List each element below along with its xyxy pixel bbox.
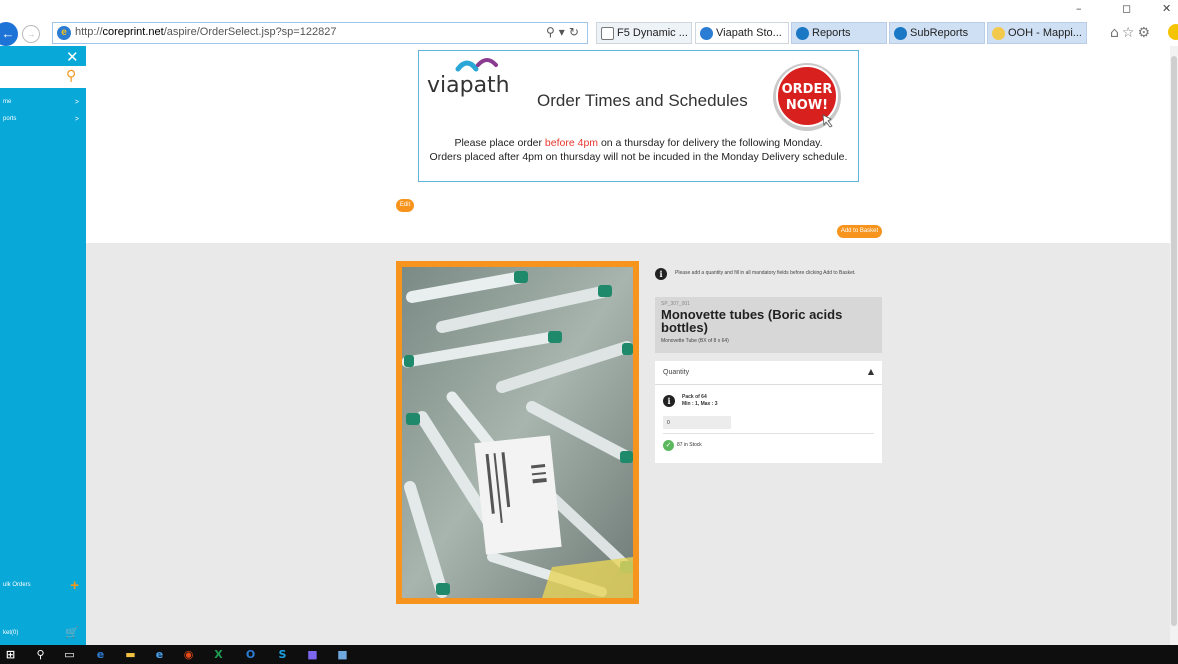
pack-size-text: Pack of 64 (682, 394, 707, 400)
sidebar-item-bulk-orders[interactable]: ulk Orders + (3, 577, 81, 594)
add-to-basket-button[interactable]: Add to Basket (837, 225, 882, 238)
tab-reports[interactable]: Reports (791, 22, 887, 44)
sidebar-item-label: me (3, 99, 12, 105)
chevron-right-icon: > (74, 116, 79, 123)
sidebar-search-input[interactable]: ⚲ (0, 66, 86, 88)
banner-line-1: Please place order before 4pm on a thurs… (419, 137, 858, 149)
order-now-line2: NOW! (786, 98, 828, 113)
tab-label: SubReports (910, 27, 969, 39)
quantity-input[interactable] (663, 416, 731, 429)
product-image-frame (396, 261, 639, 604)
app-icon (894, 27, 907, 40)
stock-status: 87 in Stock (677, 442, 702, 448)
order-now-line1: ORDER (782, 82, 833, 97)
product-subtitle: Monovette Tube (BX of 8 x 64) (661, 338, 729, 344)
info-icon: i (663, 395, 675, 407)
home-star-gear-icons[interactable]: ⌂☆⚙ (1110, 25, 1153, 41)
order-now-badge-icon: ORDER NOW! (773, 63, 841, 131)
quantity-label: Quantity (663, 369, 690, 376)
app-icon (992, 27, 1005, 40)
viapath-logo-icon (455, 58, 498, 72)
banner-line-2: Orders placed after 4pm on thursday will… (429, 151, 848, 163)
banner-title: Order Times and Schedules (537, 91, 748, 110)
sidebar-item-label: ulk Orders (3, 582, 31, 588)
app-icon (796, 27, 809, 40)
windows-taskbar: ⊞ ⚲ ▭ e ▬ e ◉ X O S ■ ■ (0, 645, 1178, 664)
cart-icon[interactable]: 🛒 (65, 626, 79, 639)
order-times-banner: viapath Order Times and Schedules ORDER … (418, 50, 859, 182)
tab-label: Reports (812, 27, 851, 39)
viapath-logo-text: viapath (427, 73, 510, 98)
sidebar-item-reports[interactable]: ports > (3, 116, 81, 128)
divider (663, 433, 874, 434)
tab-label: OOH - Mappi... (1008, 27, 1082, 39)
quantity-card: Quantity ▲ i Pack of 64 Min : 1, Max : 3… (655, 361, 882, 463)
chevron-up-icon[interactable]: ▲ (868, 367, 874, 376)
browser-chrome: – ◻ ✕ ← → e http://coreprint.net/aspire/… (0, 0, 1178, 46)
tab-label: Viapath Sto... (716, 27, 782, 39)
banner-deadline-highlight: before 4pm (544, 137, 599, 149)
ie-page-icon: e (57, 26, 71, 40)
product-header: SP_307_001 Monovette tubes (Boric acids … (655, 297, 882, 353)
min-max-text: Min : 1, Max : 3 (682, 401, 718, 407)
scrollbar-thumb[interactable] (1171, 56, 1177, 626)
windows-start-icon[interactable]: ⊞ (4, 648, 17, 661)
app-icon[interactable]: ■ (336, 648, 349, 661)
back-arrow-icon[interactable]: ← (0, 22, 18, 46)
tab-close-icon[interactable]: × (788, 27, 789, 39)
tab-label: F5 Dynamic ... (617, 27, 688, 39)
edit-button[interactable]: Edit (396, 199, 414, 212)
tab-f5-dynamic[interactable]: F5 Dynamic ... (596, 22, 692, 44)
sidebar-item-label: ket(0) (3, 630, 19, 636)
file-explorer-icon[interactable]: ▬ (124, 648, 137, 661)
tab-ooh-mapping[interactable]: OOH - Mappi... (987, 22, 1087, 44)
internet-explorer-icon[interactable]: e (153, 648, 166, 661)
sidebar-item-basket[interactable]: ket(0) 🛒 (3, 627, 81, 642)
sidebar-item-home[interactable]: me > (3, 99, 81, 111)
chevron-right-icon: > (74, 99, 79, 106)
address-bar[interactable]: e http://coreprint.net/aspire/OrderSelec… (52, 22, 588, 44)
quantity-accordion-header[interactable]: Quantity ▲ (655, 361, 882, 385)
mandatory-note-text: Please add a quantity and fill in all ma… (675, 270, 856, 276)
banner-line-1-pre: Please place order (454, 137, 545, 149)
product-photo (402, 267, 633, 598)
sidebar-item-label: ports (3, 116, 17, 122)
search-refresh-icon[interactable]: ⚲▾↻ (546, 25, 583, 39)
restore-button[interactable]: ◻ (1122, 2, 1131, 15)
edge-icon[interactable]: e (94, 648, 107, 661)
close-window-button[interactable]: ✕ (1162, 2, 1171, 15)
search-icon[interactable]: ⚲ (66, 68, 76, 84)
tab-subreports[interactable]: SubReports (889, 22, 985, 44)
banner-line-1-post: on a thursday for delivery the following… (598, 137, 823, 149)
ie-icon (700, 27, 713, 40)
info-icon: i (655, 268, 667, 280)
page-icon (601, 27, 614, 40)
sidebar: ✕ ⚲ me > ports > ulk Orders + ket(0) 🛒 (0, 46, 86, 645)
outlook-icon[interactable]: O (244, 648, 257, 661)
skype-icon[interactable]: S (276, 648, 289, 661)
product-title: Monovette tubes (Boric acids bottles) (661, 307, 843, 335)
page-scrollbar[interactable] (1170, 46, 1178, 645)
minimize-button[interactable]: – (1076, 2, 1082, 15)
plus-icon[interactable]: + (70, 577, 79, 594)
excel-icon[interactable]: X (212, 648, 225, 661)
search-icon[interactable]: ⚲ (34, 648, 47, 661)
address-url: http://coreprint.net/aspire/OrderSelect.… (75, 26, 337, 38)
close-icon[interactable]: ✕ (66, 48, 79, 66)
feedback-smiley-icon[interactable] (1168, 24, 1178, 40)
app-icon[interactable]: ■ (306, 648, 319, 661)
check-circle-icon: ✓ (663, 440, 674, 451)
chrome-icon[interactable]: ◉ (182, 648, 195, 661)
task-view-icon[interactable]: ▭ (63, 648, 76, 661)
forward-arrow-icon[interactable]: → (22, 25, 40, 43)
tab-viapath-store[interactable]: Viapath Sto... × (695, 22, 789, 44)
